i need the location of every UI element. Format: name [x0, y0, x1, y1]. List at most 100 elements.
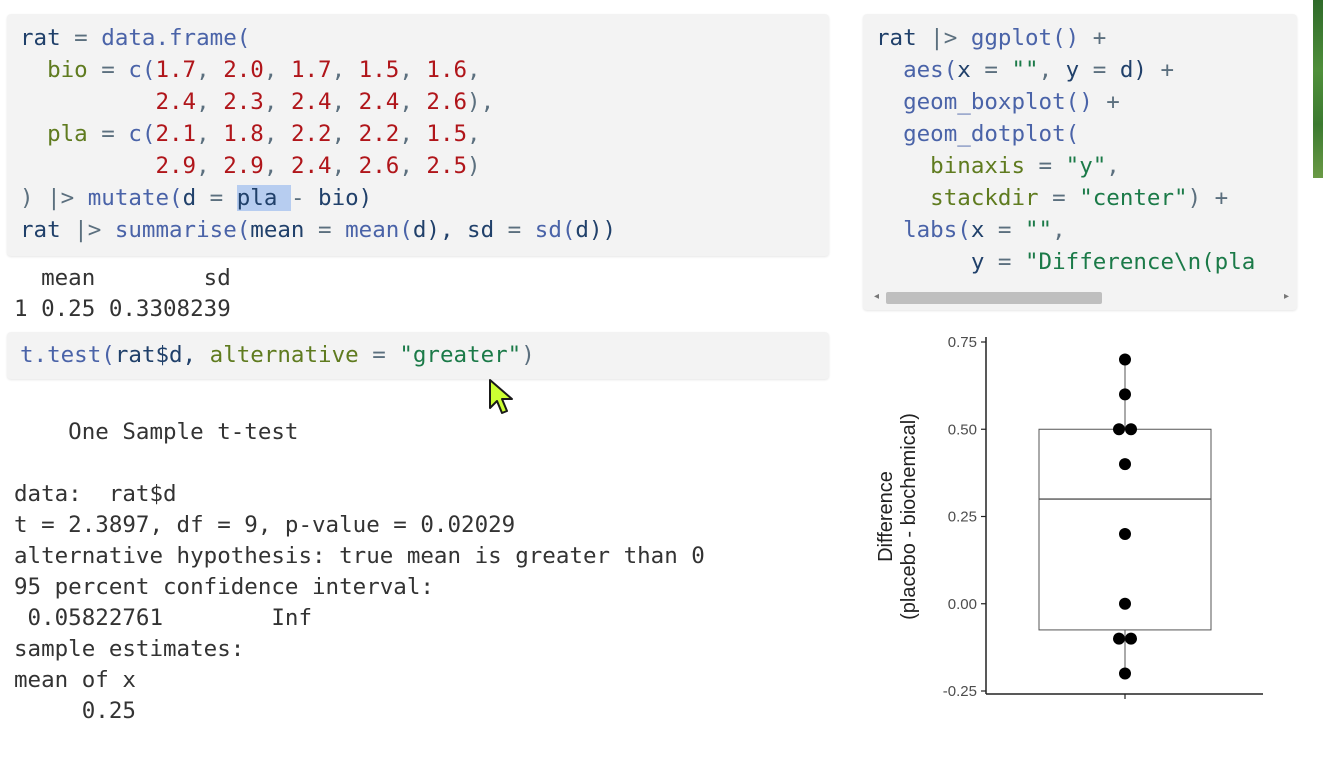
code-token: d), [412, 217, 468, 243]
code-token: rat [876, 25, 917, 51]
code-token: 2.4 [290, 153, 332, 179]
y-tick-label: -0.25 [943, 683, 977, 700]
code-token: x [957, 57, 971, 83]
code-token: + [1160, 57, 1175, 83]
code-token: geom_boxplot() [876, 89, 1107, 115]
y-tick-label: 0.50 [948, 421, 977, 438]
code-token: y [876, 249, 985, 275]
code-token: c( [128, 57, 156, 83]
code-token: + [1092, 25, 1107, 51]
code-token: , [196, 89, 224, 115]
data-point [1119, 667, 1131, 680]
scroll-right-icon[interactable]: ▸ [1284, 291, 1289, 302]
code-line: bio = c(1.7, 2.0, 1.7, 1.5, 1.6, [20, 55, 481, 86]
code-token: c( [128, 121, 156, 147]
output-line: One Sample t-test [14, 419, 299, 445]
code-token: geom_dotplot( [876, 121, 1080, 147]
code-line: 2.9, 2.9, 2.4, 2.6, 2.5) [20, 151, 481, 182]
code-token: , [263, 121, 291, 147]
output-line: 0.25 [14, 698, 136, 724]
code-token: 1.5 [358, 57, 400, 83]
code-token: , [331, 89, 359, 115]
data-point [1119, 597, 1131, 610]
code-token: 2.2 [358, 121, 400, 147]
mouse-pointer-icon [489, 379, 513, 414]
y-tick-label: 0.75 [948, 334, 977, 351]
data-point [1113, 423, 1125, 436]
code-line: rat |> ggplot() + [876, 23, 1106, 54]
code-token: ), [467, 89, 495, 115]
code-token: , [399, 89, 427, 115]
code-token: mean( [345, 217, 413, 243]
code-token: , [467, 57, 481, 83]
code-chunk-data-frame: rat = data.frame( bio = c(1.7, 2.0, 1.7,… [7, 14, 829, 256]
code-token: y [1065, 57, 1080, 83]
code-token: , [263, 57, 291, 83]
code-token: + [1106, 89, 1120, 115]
code-token: , [1106, 153, 1120, 179]
code-line: stackdir = "center") + [876, 183, 1228, 214]
horizontal-scrollbar[interactable]: ◂ ▸ [872, 289, 1297, 307]
data-point [1119, 353, 1131, 366]
code-token: = [970, 57, 1012, 83]
code-token: mutate( [87, 185, 183, 211]
scroll-left-icon[interactable]: ◂ [874, 291, 879, 302]
code-token: , [467, 121, 481, 147]
code-line: geom_dotplot( [876, 119, 1079, 150]
y-axis-subtitle: (placebo - biochemical) [898, 413, 920, 620]
code-token: = [1038, 185, 1080, 211]
code-token: = [304, 217, 346, 243]
code-token: labs( [876, 217, 971, 243]
code-token: 2.9 [223, 153, 264, 179]
code-token: t.test( [20, 342, 115, 368]
code-token: ) + [1187, 185, 1229, 211]
code-token: = [60, 25, 102, 51]
code-token: 2.3 [223, 89, 264, 115]
code-line: rat |> summarise(mean = mean(d), sd = sd… [20, 215, 616, 246]
code-line: y = "Difference\n(pla [876, 247, 1256, 278]
code-token: , [399, 121, 427, 147]
code-token: , [331, 57, 359, 83]
code-token: x [970, 217, 985, 243]
code-token: 2.2 [290, 121, 332, 147]
code-token: rat$d, [114, 342, 210, 368]
code-line: 2.4, 2.3, 2.4, 2.4, 2.6), [20, 87, 494, 118]
output-line: 95 percent confidence interval: [14, 574, 434, 600]
code-token: "center" [1079, 185, 1188, 211]
scrollbar-thumb[interactable] [886, 292, 1102, 304]
code-token: "y" [1065, 153, 1107, 179]
code-token: , [196, 57, 224, 83]
code-token: d)) [575, 217, 617, 243]
code-token: data.frame( [101, 25, 251, 51]
code-token: , [263, 89, 291, 115]
code-token: 1.6 [426, 57, 468, 83]
code-line: rat = data.frame( [20, 23, 250, 54]
code-token: 2.9 [155, 153, 197, 179]
code-token: = [1079, 57, 1120, 83]
code-token: d [182, 185, 197, 211]
code-token: sd [467, 217, 495, 243]
code-token: 2.4 [155, 89, 197, 115]
code-line: geom_boxplot() + [876, 87, 1120, 118]
code-token: - [290, 185, 319, 211]
code-token: ggplot() [970, 25, 1093, 51]
code-token: ) [521, 342, 535, 368]
output-line: 0.05822761 Inf [14, 605, 313, 631]
code-token: pla [20, 121, 88, 147]
code-token: 2.4 [358, 89, 400, 115]
code-token: , [196, 153, 224, 179]
data-point [1119, 527, 1131, 540]
data-point [1113, 632, 1125, 645]
output-line: mean of x [14, 667, 136, 693]
code-token: 1.7 [155, 57, 197, 83]
code-token: ) [467, 153, 481, 179]
code-line: t.test(rat$d, alternative = "greater") [20, 340, 535, 371]
code-token: alternative [209, 342, 359, 368]
output-line: sample estimates: [14, 636, 245, 662]
code-token: 1.5 [426, 121, 468, 147]
code-token: , [1038, 57, 1066, 83]
code-line: aes(x = "", y = d) + [876, 55, 1174, 86]
code-token: 2.1 [155, 121, 197, 147]
code-token: , [331, 121, 359, 147]
code-token: , [331, 153, 359, 179]
